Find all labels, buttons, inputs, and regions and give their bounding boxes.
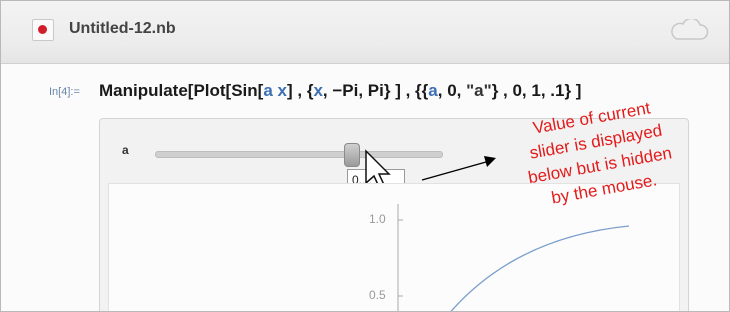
code-text: Manipulate[Plot[Sin[	[99, 81, 264, 100]
code-text: } , 0, 1, .1} ]	[491, 81, 582, 100]
window-title: Untitled-12.nb	[69, 20, 176, 37]
input-code[interactable]: Manipulate[Plot[Sin[a x] , {x, −Pi, Pi} …	[99, 81, 581, 101]
code-text: , 0,	[437, 81, 467, 100]
slider-label: a	[122, 143, 129, 157]
code-string: "a"	[466, 81, 492, 100]
title-bar: Untitled-12.nb	[1, 1, 729, 64]
notebook-icon	[32, 19, 54, 41]
code-text: , −Pi, Pi} ] , {{	[322, 81, 429, 100]
code-var: x	[313, 81, 323, 100]
slider-track[interactable]	[155, 151, 443, 158]
sine-curve	[450, 225, 630, 311]
code-var: a	[428, 81, 438, 100]
code-var: x	[277, 81, 287, 100]
code-text: ] , {	[287, 81, 314, 100]
cloud-icon[interactable]	[669, 19, 709, 41]
input-label: In[4]:=	[49, 86, 80, 98]
code-var: a	[263, 81, 273, 100]
slider-thumb[interactable]	[344, 143, 360, 167]
